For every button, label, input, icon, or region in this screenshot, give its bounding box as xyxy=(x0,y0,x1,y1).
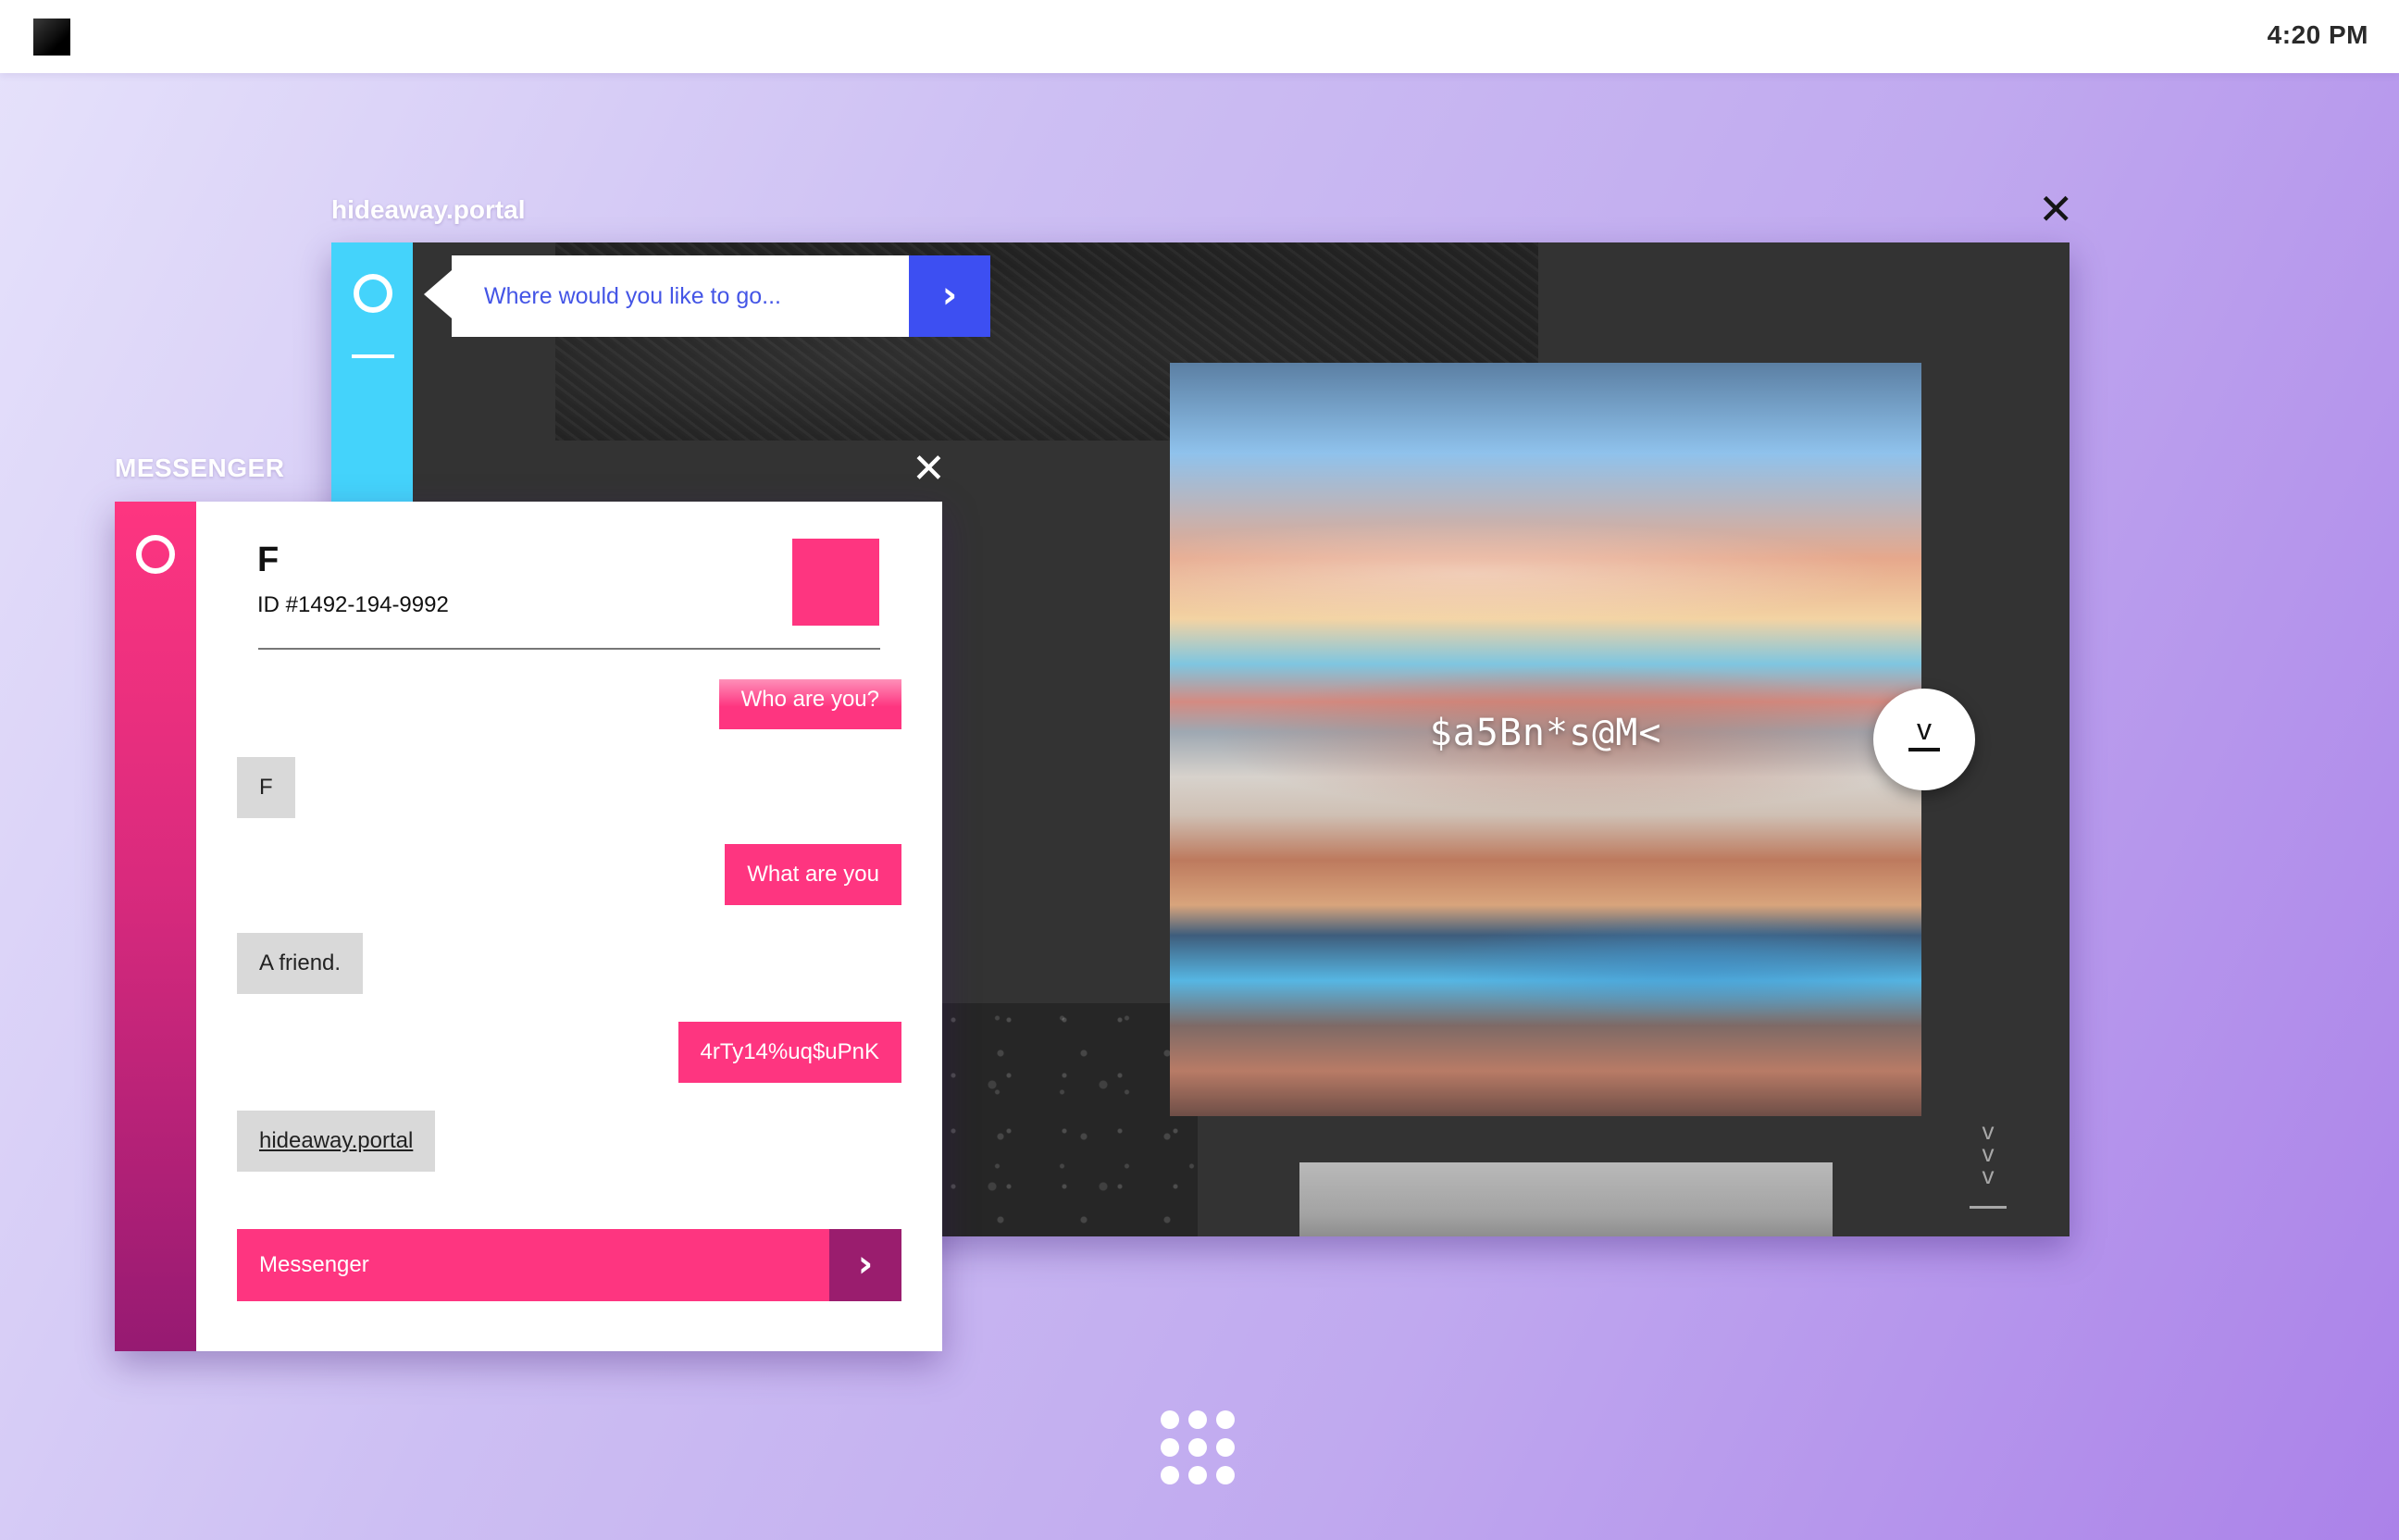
chevron-down-icon: v xyxy=(1917,713,1932,746)
minimize-icon[interactable] xyxy=(352,354,394,358)
messenger-window: F ID #1492-194-9992 Who are you? F What … xyxy=(115,502,942,1351)
message-input[interactable] xyxy=(237,1229,829,1301)
contact-id: ID #1492-194-9992 xyxy=(257,592,449,617)
message-incoming: F xyxy=(237,757,295,818)
grid-dot xyxy=(1188,1410,1207,1429)
avatar[interactable] xyxy=(792,539,879,626)
destination-search: › xyxy=(452,255,990,337)
contact-name: F xyxy=(257,540,280,579)
circle-icon[interactable] xyxy=(354,274,392,313)
divider xyxy=(258,648,880,650)
grid-dot xyxy=(1188,1466,1207,1484)
texture-tile[interactable] xyxy=(942,1003,1198,1236)
message-composer: › xyxy=(237,1229,901,1301)
portal-link[interactable]: hideaway.portal xyxy=(259,1128,413,1153)
grid-dot xyxy=(1216,1410,1235,1429)
message-incoming: hideaway.portal xyxy=(237,1111,436,1172)
message-outgoing: Who are you? xyxy=(718,679,901,729)
clock: 4:20 PM xyxy=(2267,20,2368,49)
scroll-end-line xyxy=(1970,1206,2007,1209)
messenger-sidebar xyxy=(115,502,196,1351)
grid-dot xyxy=(1161,1410,1179,1429)
destination-input[interactable] xyxy=(452,255,898,337)
portal-close-icon[interactable]: ✕ xyxy=(2038,188,2074,230)
app-logo-icon[interactable] xyxy=(33,19,70,56)
search-pointer xyxy=(424,270,452,318)
underline-bar xyxy=(1908,748,1940,751)
top-bar: 4:20 PM xyxy=(0,0,2399,73)
messenger-window-title: MESSENGER xyxy=(115,453,285,482)
search-go-button[interactable]: › xyxy=(909,255,990,337)
grid-dot xyxy=(1188,1438,1207,1457)
messenger-close-icon[interactable]: ✕ xyxy=(912,449,946,490)
glitch-caption: $a5Bn*s@M< xyxy=(1429,712,1662,754)
grid-dot xyxy=(1216,1438,1235,1457)
grid-dot xyxy=(1161,1466,1179,1484)
grid-dot xyxy=(1161,1438,1179,1457)
chevron-down-icon: v xyxy=(1982,1161,1995,1189)
message-outgoing: 4rTy14%uq$uPnK xyxy=(677,1022,901,1083)
landscape-tile[interactable] xyxy=(1299,1162,1833,1236)
grid-dot xyxy=(1216,1466,1235,1484)
send-button[interactable]: › xyxy=(829,1229,901,1301)
message-incoming: A friend. xyxy=(237,933,364,994)
hero-image[interactable]: $a5Bn*s@M< xyxy=(1170,363,1921,1116)
scroll-down-icon[interactable]: v v v xyxy=(1970,1119,2007,1212)
circle-icon[interactable] xyxy=(136,535,175,574)
expand-button[interactable]: v xyxy=(1873,689,1975,790)
message-outgoing: What are you xyxy=(725,844,901,905)
app-grid-icon[interactable] xyxy=(1161,1410,1238,1488)
portal-window-title: hideaway.portal xyxy=(331,195,526,224)
